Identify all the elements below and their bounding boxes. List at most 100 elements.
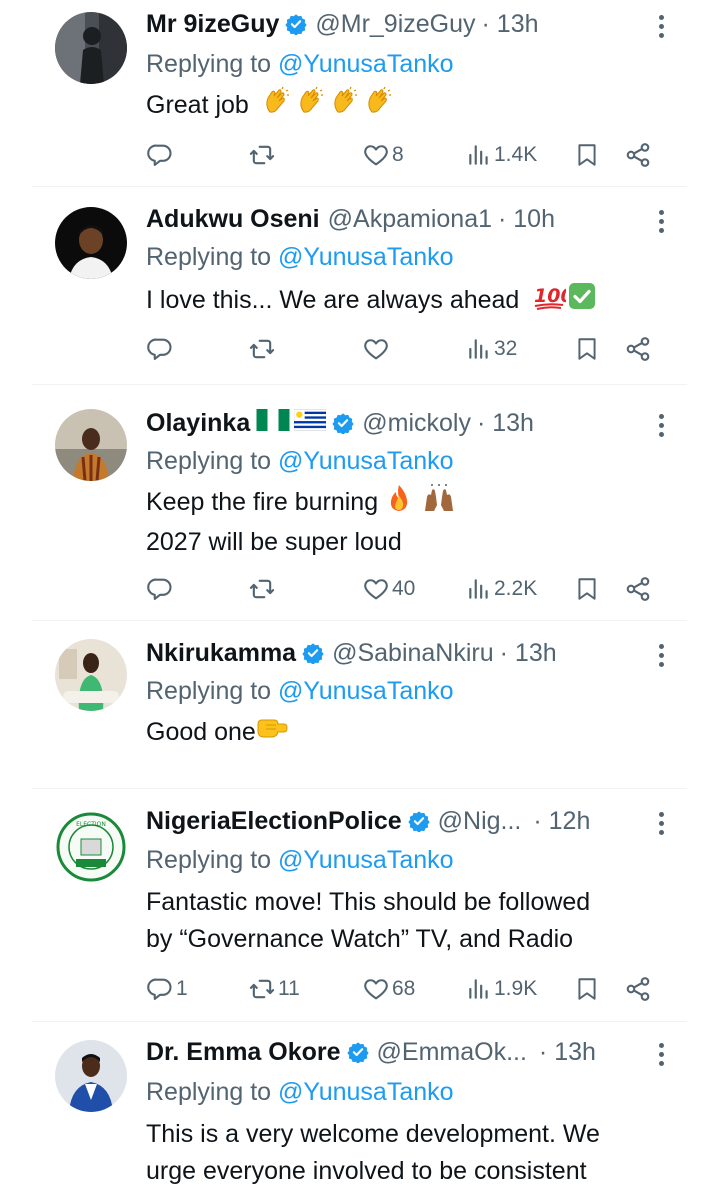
timestamp[interactable]: · 13h (500, 637, 557, 669)
timestamp[interactable]: · 10h (498, 203, 555, 235)
display-name[interactable]: Adukwu Oseni (146, 203, 320, 235)
views-icon (469, 339, 488, 359)
avatar[interactable] (55, 12, 127, 84)
avatar[interactable] (55, 207, 127, 279)
reply-button[interactable] (146, 572, 176, 606)
repost-button[interactable] (248, 332, 278, 366)
handle[interactable]: @mickoly (362, 407, 471, 439)
action-bar: 40 2.2K (146, 572, 666, 606)
like-icon (364, 579, 388, 600)
more-icon[interactable] (656, 812, 666, 835)
bookmark-icon (578, 978, 596, 1000)
reply-item[interactable]: Dr. Emma Okore @EmmaOk... · 13h Replying… (0, 1022, 720, 1196)
mention-link[interactable]: @YunusaTanko (278, 846, 454, 874)
uruguay-flag-icon (293, 407, 327, 439)
repost-button[interactable]: 11 (248, 972, 300, 1006)
like-icon (364, 339, 388, 360)
verified-badge-icon (408, 810, 430, 832)
share-button[interactable] (624, 572, 652, 606)
reply-text: I love this... We are always ahead 100 (146, 281, 660, 322)
reply-icon (147, 338, 172, 360)
verified-badge-icon (302, 642, 324, 664)
views-button[interactable]: 1.4K (466, 138, 537, 172)
reply-text-line: by “Governance Watch” TV, and Radio (146, 925, 574, 953)
bookmark-button[interactable] (574, 972, 600, 1006)
like-button[interactable] (362, 332, 392, 366)
handle[interactable]: @EmmaOk... (377, 1036, 527, 1068)
views-button[interactable]: 32 (466, 332, 517, 366)
bookmark-button[interactable] (574, 572, 600, 606)
clapping-hands-emoji (262, 86, 292, 127)
reply-icon (147, 578, 172, 600)
views-icon (469, 579, 488, 599)
avatar[interactable]: ELECTION (55, 811, 127, 883)
bookmark-icon (578, 144, 596, 166)
avatar[interactable] (55, 1040, 127, 1112)
replying-to: Replying to @YunusaTanko (146, 241, 454, 273)
view-count: 2.2K (494, 577, 538, 600)
display-name[interactable]: Olayinka (146, 407, 250, 439)
replying-prefix: Replying to (146, 50, 279, 78)
display-name[interactable]: Nkirukamma (146, 637, 296, 669)
more-icon[interactable] (656, 1043, 666, 1066)
like-button[interactable]: 40 (362, 572, 415, 606)
display-name[interactable]: NigeriaElectionPolice (146, 805, 402, 837)
clapping-hands-emoji (296, 86, 326, 127)
hundred-points-emoji: 100 (532, 281, 574, 322)
reply-text-line: Good one (146, 718, 256, 747)
handle[interactable]: @Mr_9izeGuy (315, 8, 475, 40)
replying-prefix: Replying to (146, 677, 279, 705)
avatar[interactable] (55, 409, 127, 481)
like-button[interactable]: 68 (362, 972, 415, 1006)
timestamp[interactable]: · 13h (539, 1036, 596, 1068)
replying-to: Replying to @YunusaTanko (146, 1076, 454, 1108)
more-icon[interactable] (656, 210, 666, 233)
reply-button[interactable]: 1 (146, 972, 188, 1006)
action-bar: 8 1.4K (146, 138, 666, 172)
mention-link[interactable]: @YunusaTanko (278, 50, 454, 78)
timestamp[interactable]: · 12h (533, 805, 590, 837)
reply-button[interactable] (146, 138, 176, 172)
handle[interactable]: @Nig... (438, 805, 522, 837)
timestamp[interactable]: · 13h (482, 8, 539, 40)
share-button[interactable] (624, 332, 652, 366)
share-icon (626, 143, 650, 167)
more-icon[interactable] (656, 414, 666, 437)
repost-icon (249, 579, 275, 599)
reply-text-line: urge everyone involved to be consistent (146, 1157, 587, 1185)
reply-item[interactable]: ELECTION NigeriaElectionPolice @Nig... ·… (0, 789, 720, 1022)
reply-item[interactable]: Olayinka @mickoly · 13h Replying to @Yun… (0, 385, 720, 621)
display-name[interactable]: Mr 9izeGuy (146, 8, 279, 40)
views-button[interactable]: 2.2K (466, 572, 537, 606)
reply-item[interactable]: Mr 9izeGuy @Mr_9izeGuy · 13h Replying to… (0, 0, 720, 187)
timestamp[interactable]: · 13h (477, 407, 534, 439)
more-icon[interactable] (656, 644, 666, 667)
views-button[interactable]: 1.9K (466, 972, 537, 1006)
raising-hands-emoji (422, 483, 456, 524)
replying-to: Replying to @YunusaTanko (146, 844, 454, 876)
like-button[interactable]: 8 (362, 138, 404, 172)
display-name[interactable]: Dr. Emma Okore (146, 1036, 341, 1068)
share-button[interactable] (624, 138, 652, 172)
repost-button[interactable] (248, 138, 278, 172)
fire-emoji (386, 483, 412, 524)
bookmark-button[interactable] (574, 138, 600, 172)
bookmark-button[interactable] (574, 332, 600, 366)
mention-link[interactable]: @YunusaTanko (278, 447, 454, 475)
avatar[interactable] (55, 639, 127, 711)
share-button[interactable] (624, 972, 652, 1006)
reply-item[interactable]: Adukwu Oseni @Akpamiona1 · 10h Replying … (0, 187, 720, 385)
right-facing-fist-emoji (256, 714, 288, 753)
handle[interactable]: @SabinaNkiru (332, 637, 494, 669)
more-icon[interactable] (656, 15, 666, 38)
mention-link[interactable]: @YunusaTanko (278, 677, 454, 705)
replying-prefix: Replying to (146, 1078, 279, 1106)
mention-link[interactable]: @YunusaTanko (278, 1078, 454, 1106)
reply-item[interactable]: Nkirukamma @SabinaNkiru · 13h Replying t… (0, 621, 720, 789)
repost-button[interactable] (248, 572, 278, 606)
mention-link[interactable]: @YunusaTanko (278, 243, 454, 271)
handle[interactable]: @Akpamiona1 (328, 203, 492, 235)
replying-prefix: Replying to (146, 447, 279, 475)
share-icon (626, 577, 650, 601)
reply-button[interactable] (146, 332, 176, 366)
